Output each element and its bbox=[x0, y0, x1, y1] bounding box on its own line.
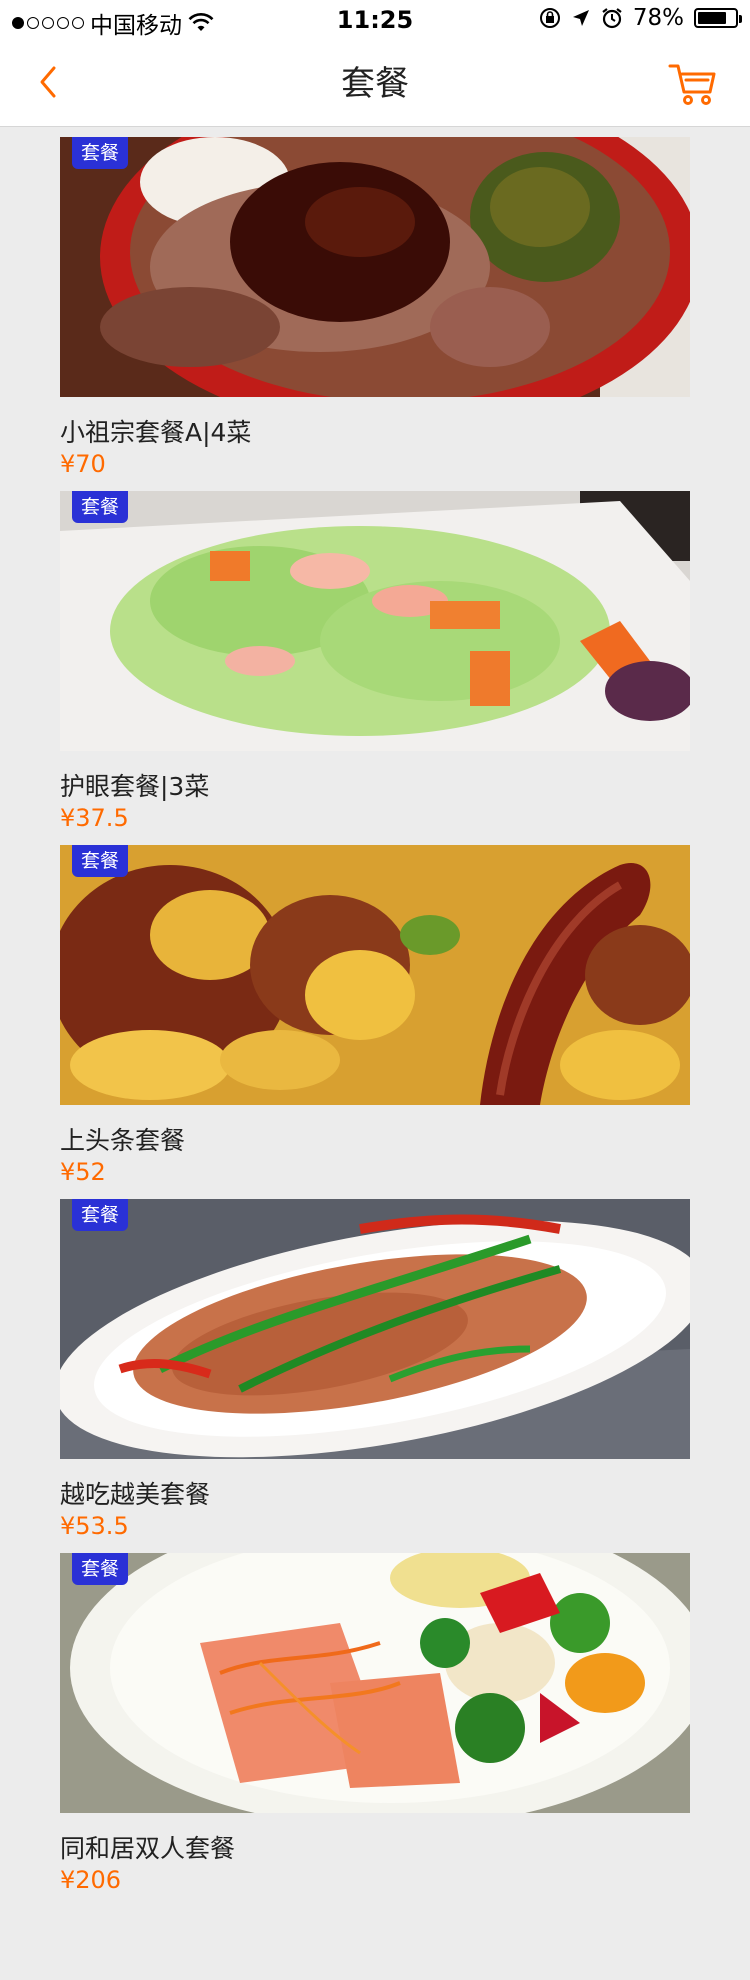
product-name: 上头条套餐 bbox=[60, 1126, 186, 1155]
product-name: 小祖宗套餐A|4菜 bbox=[60, 418, 252, 447]
battery-percent: 78% bbox=[632, 5, 684, 31]
product-image[interactable]: 套餐 bbox=[60, 137, 690, 397]
food-photo-beef-potato bbox=[60, 845, 690, 1105]
package-tag: 套餐 bbox=[72, 137, 129, 169]
status-indicators: 78% bbox=[539, 5, 742, 31]
product-image[interactable]: 套餐 bbox=[60, 1553, 690, 1813]
product-name: 护眼套餐|3菜 bbox=[60, 772, 210, 801]
location-arrow-icon bbox=[572, 10, 589, 26]
package-tag: 套餐 bbox=[72, 1199, 129, 1231]
battery-icon bbox=[694, 8, 742, 28]
nav-bar: 套餐 bbox=[0, 40, 750, 127]
product-price: ¥37.5 bbox=[60, 804, 129, 832]
product-price: ¥206 bbox=[60, 1866, 122, 1894]
food-photo-steak-rice bbox=[60, 137, 690, 397]
status-bar: 中国移动 11:25 78% bbox=[0, 0, 750, 40]
list-item[interactable]: 套餐 小祖宗套餐A|4菜 ¥70 bbox=[60, 137, 690, 478]
cart-icon bbox=[668, 64, 716, 105]
product-price: ¥52 bbox=[60, 1158, 106, 1186]
food-photo-shrimp-cucumber bbox=[60, 491, 690, 751]
food-photo-shredded-pork bbox=[60, 1199, 690, 1459]
food-photo-salmon-vegetables bbox=[60, 1553, 690, 1813]
product-image[interactable]: 套餐 bbox=[60, 845, 690, 1105]
package-tag: 套餐 bbox=[72, 491, 129, 523]
rotation-lock-icon bbox=[539, 8, 560, 28]
product-price: ¥53.5 bbox=[60, 1512, 129, 1540]
list-item[interactable]: 套餐 越吃越美套餐 ¥53.5 bbox=[60, 1199, 690, 1540]
product-name: 越吃越美套餐 bbox=[60, 1480, 211, 1509]
list-item[interactable]: 套餐 上头条套餐 ¥52 bbox=[60, 845, 690, 1186]
alarm-icon bbox=[602, 8, 622, 29]
package-tag: 套餐 bbox=[72, 1553, 129, 1585]
battery-level bbox=[698, 12, 726, 24]
cart-button[interactable] bbox=[666, 56, 720, 110]
product-image[interactable]: 套餐 bbox=[60, 1199, 690, 1459]
product-name: 同和居双人套餐 bbox=[60, 1834, 236, 1863]
product-price: ¥70 bbox=[60, 450, 106, 478]
page-title: 套餐 bbox=[341, 64, 409, 104]
list-item[interactable]: 套餐 护眼套餐|3菜 ¥37.5 bbox=[60, 491, 690, 832]
product-image[interactable]: 套餐 bbox=[60, 491, 690, 751]
list-item[interactable]: 套餐 同和居双人套餐 ¥206 bbox=[60, 1553, 690, 1894]
package-tag: 套餐 bbox=[72, 845, 129, 877]
